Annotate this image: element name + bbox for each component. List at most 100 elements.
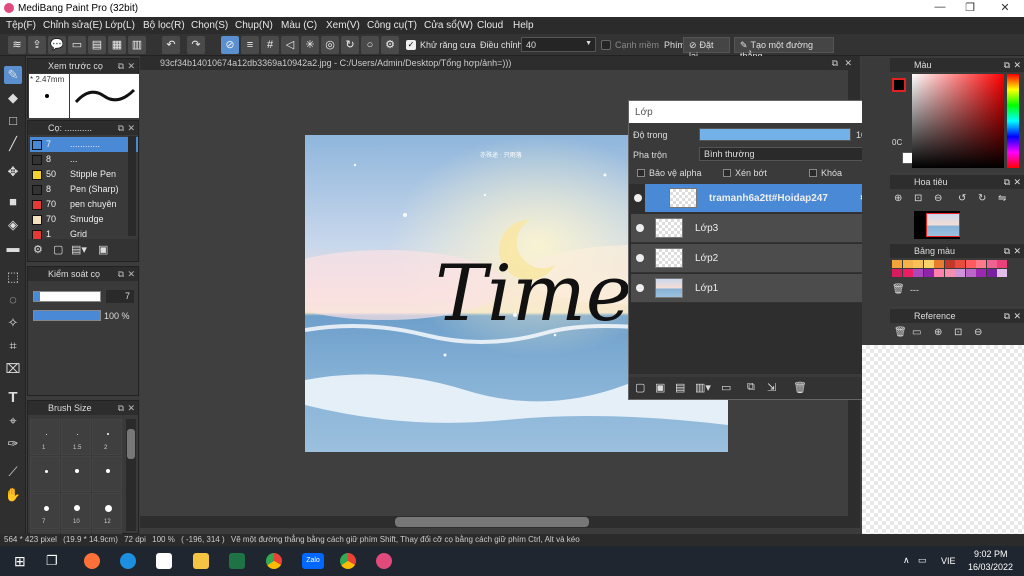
menu-cloud[interactable]: Cloud [477, 20, 503, 31]
lock-checkbox[interactable] [809, 169, 817, 177]
snap-radial-icon[interactable]: ✳ [301, 36, 319, 54]
reference-open-icon[interactable]: ▭ [912, 327, 921, 338]
layer-visibility-icon[interactable] [634, 194, 642, 202]
redo-icon[interactable]: ↷ [187, 36, 205, 54]
reference-canvas[interactable] [862, 345, 1024, 534]
palette-swatch[interactable] [997, 260, 1007, 268]
menu-filter[interactable]: Bộ lọc(R) [143, 20, 185, 31]
rotate-right-icon[interactable]: ↻ [978, 193, 986, 204]
palette-swatch[interactable] [955, 260, 965, 268]
windows-start-icon[interactable]: ⊞ [14, 553, 26, 570]
reference-zoom-in-icon[interactable]: ⊕ [934, 327, 942, 338]
horizontal-scrollbar[interactable] [140, 516, 860, 528]
palette-swatch[interactable] [892, 269, 902, 277]
layer-visibility-icon[interactable] [636, 254, 644, 262]
share-icon[interactable]: ⇪ [28, 36, 46, 54]
zalo-icon[interactable]: Zalo [302, 553, 324, 569]
eyedropper-icon[interactable]: ✑ [4, 435, 22, 453]
layer-visibility-icon[interactable] [636, 284, 644, 292]
brush-size-cell[interactable] [61, 456, 91, 492]
hand-tool-icon[interactable]: ✋ [4, 486, 22, 504]
layer-row[interactable]: tramanh6a2tt#Hoidap247⚙ [634, 184, 875, 213]
firefox-icon[interactable] [84, 553, 100, 569]
soft-edge-checkbox[interactable] [601, 40, 611, 50]
snap-grid-icon[interactable]: # [261, 36, 279, 54]
close-button[interactable]: ✕ [990, 1, 1020, 15]
brush-size-value[interactable]: 7 [106, 290, 134, 303]
bucket-tool-icon[interactable]: ◈ [4, 216, 22, 234]
palette-swatch[interactable] [934, 269, 944, 277]
brush-item[interactable]: 50 Stipple Pen [30, 167, 138, 182]
menu-help[interactable]: Help [513, 20, 534, 31]
palette-swatch[interactable] [986, 260, 997, 268]
layer-row[interactable]: Lớp3 [631, 214, 875, 243]
palette-swatch[interactable] [976, 260, 986, 268]
merge-layer-icon[interactable]: ⇲ [767, 381, 776, 394]
palette-swatch[interactable] [965, 269, 976, 277]
gradient-tool-icon[interactable]: ▬ [4, 239, 22, 257]
maximize-button[interactable]: ❐ [955, 1, 985, 15]
magic-wand-icon[interactable]: ✧ [4, 314, 22, 332]
network-icon[interactable]: ▭ [918, 555, 927, 566]
clock-date[interactable]: 16/03/2022 [968, 562, 1013, 572]
page-icon[interactable]: ▤ [88, 36, 106, 54]
foreground-color-swatch[interactable] [892, 78, 906, 92]
select-eraser-icon[interactable]: ⌧ [4, 360, 22, 378]
brush-item[interactable]: 8 Pen (Sharp) [30, 182, 138, 197]
rotate-left-icon[interactable]: ↺ [958, 193, 966, 204]
eraser-tool-icon[interactable]: ◆ [4, 89, 22, 107]
grid-page-icon[interactable]: ▦ [108, 36, 126, 54]
hue-slider[interactable] [1007, 74, 1019, 168]
task-view-icon[interactable]: ❐ [46, 553, 58, 569]
palette-swatch[interactable] [892, 260, 902, 268]
menu-window[interactable]: Cửa sổ(W) [424, 20, 473, 31]
snap-settings-icon[interactable]: ⚙ [381, 36, 399, 54]
protect-alpha-checkbox[interactable] [637, 169, 645, 177]
store-icon[interactable] [156, 553, 172, 569]
delete-brush-icon[interactable]: ▣ [98, 243, 108, 256]
chrome-profile-icon[interactable] [340, 553, 356, 569]
reference-fit-icon[interactable]: ⊡ [954, 327, 962, 338]
brush-item[interactable]: 70 pen chuyên [30, 197, 138, 212]
brush-tool-icon[interactable]: ✎ [4, 66, 22, 84]
layer-menu-icon[interactable]: ▥▾ [695, 381, 711, 394]
excel-icon[interactable] [229, 553, 245, 569]
brush-opacity-slider[interactable] [33, 310, 101, 321]
chat-icon[interactable]: 💬 [48, 36, 66, 54]
palette-swatch[interactable] [923, 260, 934, 268]
move-tool-icon[interactable]: ✥ [4, 163, 22, 181]
new-brush-icon[interactable]: ▢ [53, 243, 63, 256]
layout-icon[interactable]: ▥ [128, 36, 146, 54]
zoom-out-icon[interactable]: ⊖ [934, 193, 942, 204]
clock-time[interactable]: 9:02 PM [974, 549, 1008, 559]
document-tab[interactable]: 93cf34b14010674a12db3369a10942a2.jpg - C… [140, 56, 860, 70]
snap-off-icon[interactable]: ⊘ [221, 36, 239, 54]
menu-select[interactable]: Chọn(S) [191, 20, 228, 31]
palette-swatch[interactable] [902, 269, 913, 277]
shape-tool-icon[interactable]: □ [4, 112, 22, 130]
palette-swatch[interactable] [955, 269, 965, 277]
fit-icon[interactable]: ⊡ [914, 193, 922, 204]
flip-icon[interactable]: ⇋ [998, 193, 1006, 204]
layer-row[interactable]: Lớp2 [631, 244, 875, 273]
select-pen-icon[interactable]: ⌗ [4, 337, 22, 355]
new-1bit-layer-icon[interactable]: ▤ [675, 381, 685, 394]
palette-trash-icon[interactable]: 🗑 [892, 284, 905, 295]
menu-view[interactable]: Xem(V) [326, 20, 360, 31]
snap-perspective-icon[interactable]: ◁ [281, 36, 299, 54]
language-indicator[interactable]: VIE [941, 556, 956, 566]
brush-size-cell[interactable] [92, 456, 122, 492]
menu-file[interactable]: Tệp(F) [6, 20, 36, 31]
menu-tools[interactable]: Công cụ(T) [367, 20, 417, 31]
chrome-icon[interactable] [266, 553, 282, 569]
tool-icon[interactable]: ≋ [8, 36, 26, 54]
palette-swatch[interactable] [913, 260, 923, 268]
antialias-checkbox[interactable]: ✓ [406, 40, 416, 50]
zoom-in-icon[interactable]: ⊕ [894, 193, 902, 204]
menu-color[interactable]: Màu (C) [281, 20, 317, 31]
undo-icon[interactable]: ↶ [162, 36, 180, 54]
menu-snap[interactable]: Chụp(N) [235, 20, 273, 31]
menu-edit[interactable]: Chỉnh sửa(E) [43, 20, 103, 31]
palette-swatch[interactable] [944, 269, 955, 277]
brush-size-scrollbar[interactable] [126, 419, 136, 531]
